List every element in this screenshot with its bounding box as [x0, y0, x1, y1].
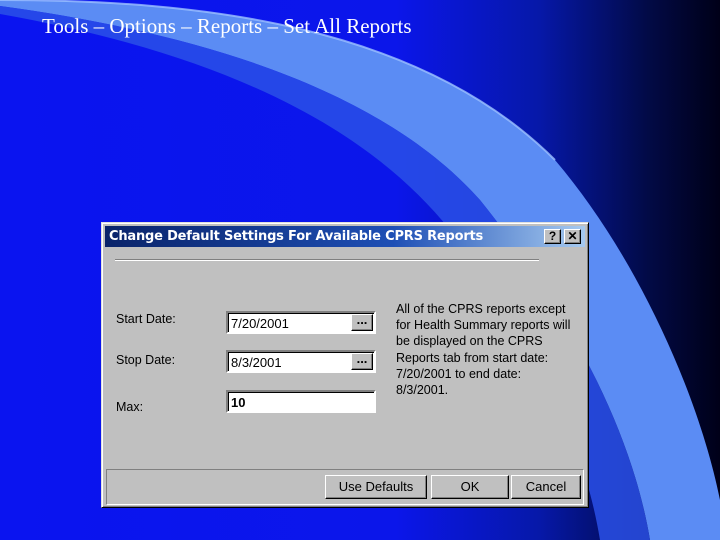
- stop-date-field[interactable]: 8/3/2001 ...: [226, 350, 376, 373]
- start-date-label: Start Date:: [116, 312, 176, 326]
- start-date-value: 7/20/2001: [231, 316, 289, 331]
- dialog-title: Change Default Settings For Available CP…: [109, 229, 484, 244]
- info-text: All of the CPRS reports except for Healt…: [396, 302, 571, 398]
- max-field[interactable]: 10: [226, 390, 376, 413]
- start-date-picker-button[interactable]: ...: [351, 313, 373, 331]
- slide-title: Tools – Options – Reports – Set All Repo…: [42, 14, 412, 38]
- max-value: 10: [231, 395, 246, 410]
- ok-button[interactable]: OK: [431, 475, 509, 499]
- cancel-button[interactable]: Cancel: [511, 475, 581, 499]
- use-defaults-button[interactable]: Use Defaults: [325, 475, 427, 499]
- stop-date-picker-button[interactable]: ...: [351, 352, 373, 370]
- separator: [115, 259, 539, 261]
- close-button[interactable]: ✕: [564, 229, 581, 244]
- help-button[interactable]: ?: [544, 229, 561, 244]
- start-date-field[interactable]: 7/20/2001 ...: [226, 311, 376, 334]
- dialog-titlebar[interactable]: Change Default Settings For Available CP…: [105, 226, 585, 247]
- change-default-settings-dialog: Change Default Settings For Available CP…: [101, 222, 589, 508]
- max-label: Max:: [116, 400, 144, 414]
- button-panel: Use Defaults OK Cancel: [106, 469, 584, 505]
- stop-date-value: 8/3/2001: [231, 355, 282, 370]
- stop-date-label: Stop Date:: [116, 353, 176, 367]
